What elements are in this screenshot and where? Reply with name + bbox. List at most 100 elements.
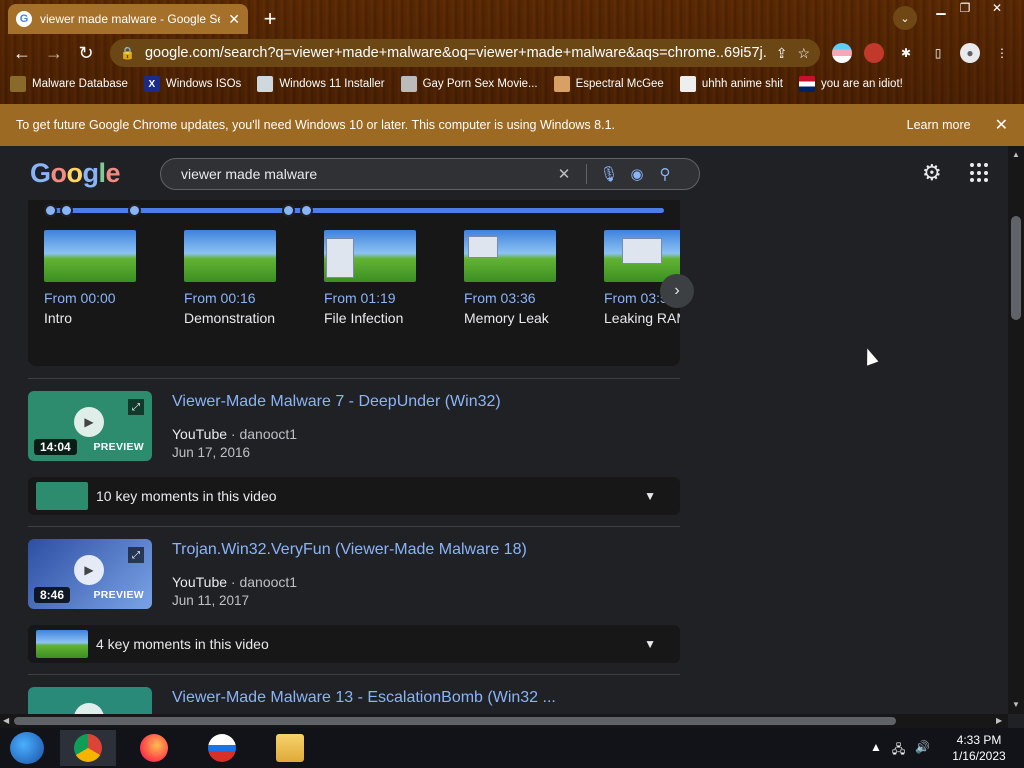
video-result-2: ⤢ ▶ 8:46 PREVIEW Trojan.Win32.VeryFun (V… — [28, 539, 680, 663]
anime-icon — [679, 76, 696, 92]
play-icon[interactable]: ▶ — [74, 555, 104, 585]
bookmark-windows-isos[interactable]: X Windows ISOs — [143, 76, 241, 92]
search-box[interactable]: ✕ 🎙 ◉ ⚲ — [160, 158, 700, 190]
next-moments-chevron-icon[interactable]: › — [660, 274, 694, 308]
scroll-down-icon[interactable]: ▼ — [1012, 700, 1020, 709]
moment-timestamp: From 03:36 — [464, 290, 536, 306]
tray-expand-icon[interactable]: ▲ — [870, 740, 882, 761]
taskbar-app[interactable] — [194, 730, 250, 766]
video-thumbnail[interactable]: ⤢ ▶ 8:46 PREVIEW — [28, 539, 152, 609]
settings-gear-icon[interactable]: ⚙ — [922, 160, 942, 186]
bookmark-4[interactable]: Gay Porn Sex Movie... — [400, 76, 538, 92]
image-icon — [257, 76, 274, 92]
video-thumbnail[interactable]: ⤢ ▶ 14:04 PREVIEW — [28, 391, 152, 461]
divider — [28, 526, 680, 527]
lock-icon[interactable]: 🔒 — [120, 46, 135, 60]
menu-kebab-icon[interactable]: ⋮ — [992, 43, 1012, 63]
search-input[interactable] — [181, 166, 550, 182]
timeline-marker[interactable] — [128, 204, 141, 217]
search-icon[interactable]: ⚲ — [651, 165, 679, 183]
chevron-down-icon[interactable]: ▼ — [644, 489, 656, 503]
horizontal-scroll-thumb[interactable] — [14, 717, 896, 725]
vertical-scrollbar[interactable]: ▲ ▼ — [1008, 146, 1024, 714]
preview-label: PREVIEW — [93, 441, 144, 453]
moment-title: Intro — [44, 310, 73, 326]
apps-grid-icon[interactable] — [970, 163, 990, 183]
flag-extension-icon[interactable] — [832, 43, 852, 63]
reload-icon[interactable]: ↻ — [74, 42, 98, 64]
key-moment-1[interactable]: From 00:00 Intro — [44, 230, 164, 326]
play-icon[interactable]: ▶ — [74, 703, 104, 714]
google-logo[interactable]: Google — [30, 158, 121, 189]
result-title-link[interactable]: Viewer-Made Malware 13 - EscalationBomb … — [172, 689, 556, 707]
chrome-icon — [74, 734, 102, 762]
timeline-marker[interactable] — [44, 204, 57, 217]
horizontal-scrollbar[interactable]: ◀ ▶ — [0, 714, 1008, 728]
bookmark-star-icon[interactable]: ☆ — [797, 45, 810, 62]
key-moments-card: From 00:00 Intro From 00:16 Demonstratio… — [28, 200, 694, 366]
microphone-icon[interactable]: 🎙 — [595, 165, 623, 183]
start-button-icon[interactable] — [10, 732, 44, 764]
chevron-down-icon[interactable]: ▼ — [644, 637, 656, 651]
scroll-left-icon[interactable]: ◀ — [3, 716, 9, 725]
result-title-link[interactable]: Viewer-Made Malware 7 - DeepUnder (Win32… — [172, 393, 501, 411]
infobar-close-icon[interactable]: ✕ — [995, 115, 1008, 135]
puzzle-extensions-icon[interactable]: ✱ — [896, 43, 916, 63]
key-moments-expander[interactable]: 10 key moments in this video ▼ — [28, 477, 680, 515]
key-moment-2[interactable]: From 00:16 Demonstration — [184, 230, 304, 326]
bookmarks-bar: Malware Database X Windows ISOs Windows … — [10, 74, 903, 94]
key-moments-thumbnail — [36, 630, 88, 658]
bookmark-you-are-an-idiot[interactable]: you are an idiot! — [799, 76, 903, 92]
timeline-marker[interactable] — [60, 204, 73, 217]
bookmark-malware-database[interactable]: Malware Database — [10, 76, 128, 92]
key-moments-expander[interactable]: 4 key moments in this video ▼ — [28, 625, 680, 663]
address-bar[interactable]: 🔒 google.com/search?q=viewer+made+malwar… — [110, 39, 820, 67]
volume-icon[interactable]: 🔊 — [915, 740, 930, 761]
clear-search-icon[interactable]: ✕ — [550, 165, 578, 183]
key-moments-thumbnail — [36, 482, 88, 510]
scroll-up-icon[interactable]: ▲ — [1012, 150, 1020, 159]
video-thumbnail[interactable]: ▶ — [28, 687, 152, 714]
forward-icon[interactable]: → — [42, 42, 66, 64]
avatar-extension-icon[interactable] — [864, 43, 884, 63]
video-timeline[interactable] — [44, 204, 664, 217]
profile-icon[interactable]: ● — [960, 43, 980, 63]
back-icon[interactable]: ← — [10, 42, 34, 64]
key-moment-3[interactable]: From 01:19 File Infection — [324, 230, 444, 326]
url-text[interactable]: google.com/search?q=viewer+made+malware&… — [145, 45, 766, 61]
restore-button[interactable]: ❐ — [950, 0, 980, 18]
bookmark-windows-11-installer[interactable]: Windows 11 Installer — [257, 76, 385, 92]
bookmark-espectral-mcgee[interactable]: Espectral McGee — [553, 76, 664, 92]
moment-thumbnail — [604, 230, 680, 282]
network-icon[interactable]: 🖧 — [892, 740, 905, 761]
close-window-button[interactable]: ✕ — [982, 0, 1012, 18]
browser-tab[interactable]: G viewer made malware - Google Se ✕ — [8, 4, 248, 34]
moment-thumbnail — [324, 230, 416, 282]
expand-icon[interactable]: ⤢ — [128, 547, 144, 563]
new-tab-button[interactable]: + — [258, 6, 282, 32]
tab-close-icon[interactable]: ✕ — [228, 11, 240, 28]
taskbar-chrome[interactable] — [60, 730, 116, 766]
taskbar-firefox[interactable] — [126, 730, 182, 766]
taskbar-clock[interactable]: 4:33 PM 1/16/2023 — [944, 732, 1014, 764]
key-moment-4[interactable]: From 03:36 Memory Leak — [464, 230, 584, 326]
bookmark-anime[interactable]: uhhh anime shit — [679, 76, 783, 92]
result-title-link[interactable]: Trojan.Win32.VeryFun (Viewer-Made Malwar… — [172, 541, 527, 559]
timeline-marker[interactable] — [282, 204, 295, 217]
expand-icon[interactable]: ⤢ — [128, 399, 144, 415]
play-icon[interactable]: ▶ — [74, 407, 104, 437]
share-icon[interactable]: ⇪ — [776, 45, 788, 62]
video-duration: 14:04 — [34, 439, 77, 455]
timeline-marker[interactable] — [300, 204, 313, 217]
lens-camera-icon[interactable]: ◉ — [623, 165, 651, 183]
vertical-scroll-thumb[interactable] — [1011, 216, 1021, 320]
moment-thumbnail — [44, 230, 136, 282]
result-date: Jun 17, 2016 — [172, 445, 251, 460]
moment-timestamp: From 00:16 — [184, 290, 256, 306]
taskbar-file-explorer[interactable] — [262, 730, 318, 766]
learn-more-link[interactable]: Learn more — [907, 118, 971, 132]
round-logo-icon — [208, 734, 236, 762]
tab-search-icon[interactable]: ⌄ — [893, 6, 917, 30]
side-panel-icon[interactable]: ▯ — [928, 43, 948, 63]
scroll-right-icon[interactable]: ▶ — [996, 716, 1002, 725]
